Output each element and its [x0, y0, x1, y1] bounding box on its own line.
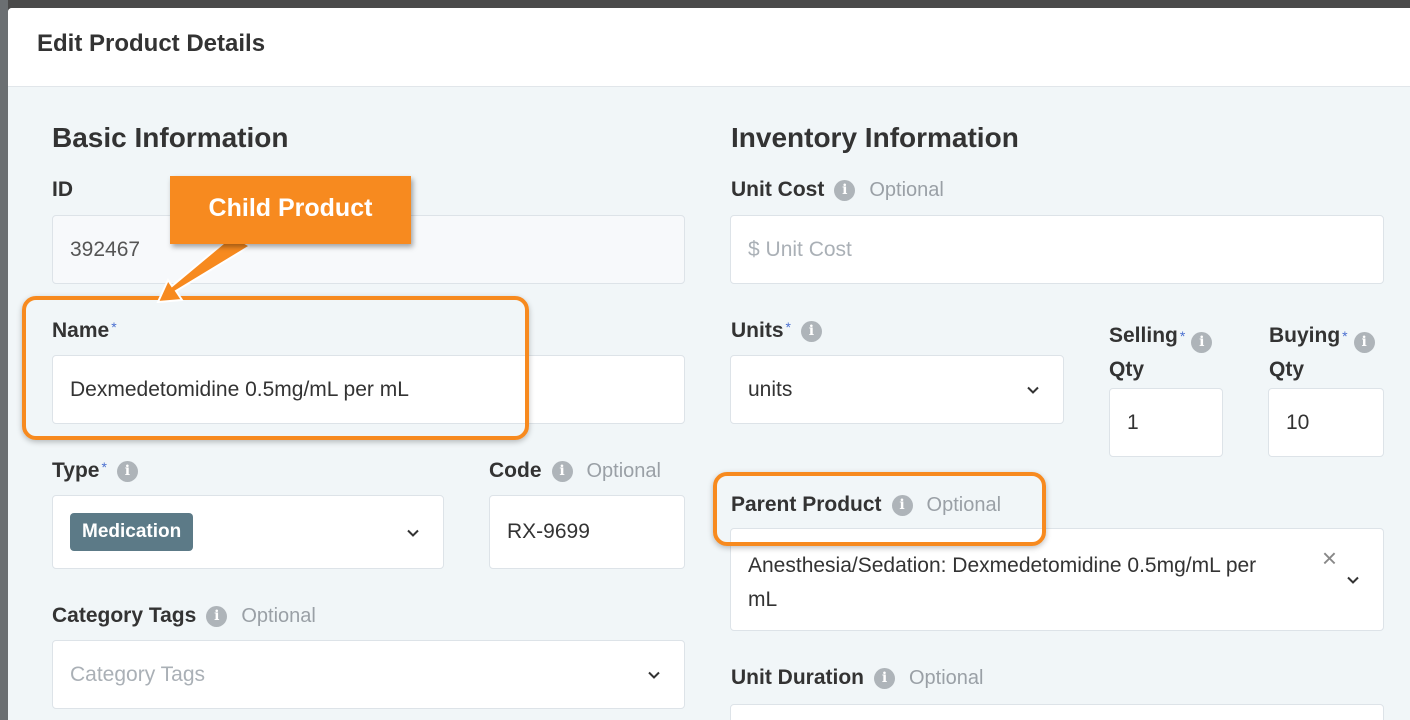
selling-qty-value: 1 — [1127, 410, 1139, 434]
info-icon[interactable]: i — [116, 461, 138, 482]
modal-header: Edit Product Details — [8, 8, 1410, 87]
buying-label-line1: Buying — [1269, 324, 1341, 347]
id-value: 392467 — [70, 237, 141, 261]
info-icon[interactable]: i — [1353, 332, 1375, 353]
clear-icon[interactable]: × — [1322, 543, 1337, 574]
info-icon[interactable]: i — [551, 461, 573, 482]
unit-cost-placeholder-text: Unit Cost — [765, 237, 852, 261]
basic-info-title: Basic Information — [52, 122, 289, 153]
child-product-callout: Child Product — [170, 176, 411, 244]
unit-cost-label: Unit Cost i Optional — [731, 178, 944, 202]
category-tags-select[interactable]: Category Tags — [52, 640, 685, 709]
parent-product-highlight-box — [713, 472, 1046, 546]
info-icon[interactable]: i — [873, 668, 895, 689]
parent-value-line1: Anesthesia/Sedation: Dexmedetomidine 0.5… — [748, 554, 1257, 577]
dollar-prefix: $ — [748, 237, 760, 261]
info-icon[interactable]: i — [800, 321, 822, 342]
chevron-down-icon[interactable] — [1345, 572, 1361, 588]
buying-label-line2: Qty — [1269, 358, 1305, 381]
inventory-info-title: Inventory Information — [731, 122, 1019, 153]
backdrop-edge — [0, 0, 8, 720]
required-mark: * — [1179, 328, 1186, 344]
info-icon[interactable]: i — [1191, 332, 1213, 353]
required-mark: * — [785, 319, 791, 335]
optional-text: Optional — [908, 667, 984, 689]
units-label: Units * i — [731, 319, 822, 343]
optional-text: Optional — [586, 460, 662, 482]
selling-label-line1: Selling — [1109, 324, 1178, 347]
units-label-text: Units — [731, 319, 784, 342]
category-label-text: Category Tags — [52, 604, 197, 627]
units-select[interactable]: units — [730, 355, 1064, 424]
optional-text: Optional — [241, 605, 316, 627]
selling-qty-label: Selling * i Qty — [1109, 319, 1213, 387]
modal-title: Edit Product Details — [37, 30, 266, 57]
chevron-down-icon — [648, 671, 660, 679]
type-select[interactable]: Medication — [52, 495, 444, 569]
duration-label-text: Unit Duration — [731, 666, 864, 689]
info-icon[interactable]: i — [834, 180, 856, 201]
unit-cost-label-text: Unit Cost — [731, 178, 825, 201]
units-value: units — [748, 377, 793, 401]
type-badge: Medication — [70, 513, 194, 551]
callout-arrow-icon — [156, 236, 250, 304]
code-label: Code i Optional — [489, 459, 661, 483]
required-mark: * — [1342, 328, 1348, 344]
unit-duration-input[interactable] — [730, 704, 1384, 720]
type-label: Type * i — [52, 459, 138, 483]
buying-qty-label: Buying * i Qty — [1269, 319, 1375, 387]
selling-qty-input[interactable]: 1 — [1109, 388, 1223, 457]
unit-cost-input[interactable]: $ Unit Cost — [730, 215, 1384, 284]
type-label-text: Type — [52, 459, 100, 482]
category-tags-label: Category Tags i Optional — [52, 604, 316, 628]
category-placeholder: Category Tags — [70, 662, 206, 686]
required-mark: * — [101, 459, 107, 475]
code-value: RX-9699 — [507, 520, 590, 543]
chevron-down-icon — [1027, 386, 1039, 394]
id-label: ID — [52, 178, 73, 201]
optional-text: Optional — [869, 179, 944, 201]
code-label-text: Code — [489, 459, 542, 482]
chevron-down-icon — [407, 529, 419, 537]
unit-cost-placeholder: $ Unit Cost — [748, 238, 852, 262]
code-input[interactable]: RX-9699 — [489, 495, 685, 569]
parent-product-value: Anesthesia/Sedation: Dexmedetomidine 0.5… — [748, 549, 1256, 617]
name-highlight-box — [22, 296, 529, 440]
unit-duration-label: Unit Duration i Optional — [731, 666, 983, 690]
buying-qty-value: 10 — [1286, 410, 1310, 434]
parent-value-line2: mL — [748, 588, 778, 611]
selling-label-line2: Qty — [1109, 358, 1145, 381]
buying-qty-input[interactable]: 10 — [1268, 388, 1384, 457]
info-icon[interactable]: i — [206, 606, 228, 627]
